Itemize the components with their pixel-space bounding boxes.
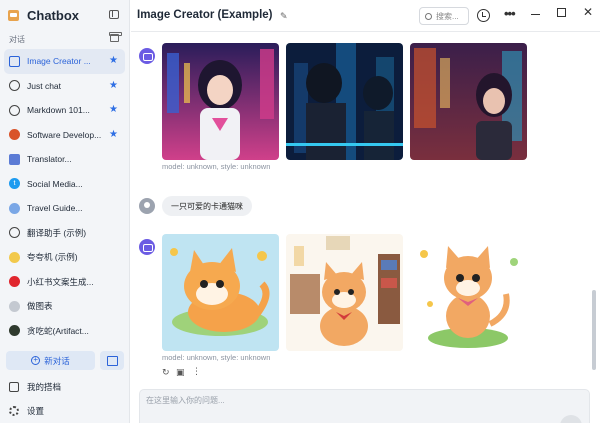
star-icon[interactable]: ★ bbox=[109, 80, 118, 91]
section-label: 对话 bbox=[9, 35, 25, 44]
session-item-translation-assistant[interactable]: 翻译助手 (示例) bbox=[4, 221, 125, 246]
assistant-avatar bbox=[139, 48, 155, 64]
session-label: Social Media... bbox=[27, 178, 83, 189]
session-list: Image Creator ... ★ Just chat ★ Markdown… bbox=[4, 49, 125, 343]
gear-icon bbox=[9, 406, 19, 416]
my-partners-label: 我的搭档 bbox=[27, 382, 62, 392]
globe-icon bbox=[9, 202, 20, 214]
chat-bubble-icon bbox=[9, 227, 20, 239]
generated-image[interactable] bbox=[286, 234, 403, 351]
minimize-button[interactable] bbox=[531, 14, 540, 16]
new-chat-label: 新对话 bbox=[44, 355, 70, 366]
chat-bubble-icon bbox=[9, 104, 20, 116]
translate-icon bbox=[9, 153, 20, 165]
sidebar: Chatbox 对话 Image Creator ... ★ Just chat… bbox=[0, 0, 130, 423]
history-icon[interactable] bbox=[477, 9, 490, 22]
archive-icon[interactable] bbox=[109, 32, 122, 42]
more-options-icon[interactable]: ••• bbox=[504, 6, 516, 21]
session-label: 贪吃蛇(Artifact... bbox=[27, 325, 89, 336]
my-partners-link[interactable]: 我的搭档 bbox=[9, 381, 61, 393]
chatbox-logo-icon bbox=[8, 9, 19, 21]
session-item-charts[interactable]: 做图表 bbox=[4, 294, 125, 319]
generated-image[interactable] bbox=[162, 43, 279, 160]
message-input[interactable] bbox=[146, 396, 526, 405]
search-label: 搜索... bbox=[436, 11, 459, 21]
chat-scrollbar[interactable] bbox=[592, 290, 596, 370]
session-label: Just chat bbox=[27, 80, 62, 91]
session-item-just-chat[interactable]: Just chat ★ bbox=[4, 74, 125, 99]
app-window: Chatbox 对话 Image Creator ... ★ Just chat… bbox=[0, 0, 600, 423]
assistant-avatar bbox=[139, 239, 155, 255]
session-item-software-developer[interactable]: Software Develop... ★ bbox=[4, 123, 125, 148]
message-list: model: unknown, style: unknown 一只可爱的卡通猫咪 bbox=[131, 33, 600, 388]
sidebar-collapse-icon[interactable] bbox=[109, 10, 119, 19]
brand: Chatbox bbox=[8, 6, 79, 24]
session-label: 夸夸机 (示例) bbox=[27, 252, 78, 263]
star-icon[interactable]: ★ bbox=[109, 129, 118, 140]
chat-header: Image Creator (Example) ✎ 搜索... ••• ✕ bbox=[131, 0, 600, 32]
session-item-snake[interactable]: 贪吃蛇(Artifact... bbox=[4, 319, 125, 344]
session-item-xiaohongshu[interactable]: 小红书文案生成... bbox=[4, 270, 125, 295]
star-icon[interactable]: ★ bbox=[109, 56, 118, 66]
session-item-markdown[interactable]: Markdown 101... ★ bbox=[4, 98, 125, 123]
session-label: Software Develop... bbox=[27, 129, 102, 140]
partners-icon bbox=[9, 382, 19, 392]
app-name: Chatbox bbox=[27, 7, 79, 23]
session-item-image-creator[interactable]: Image Creator ... ★ bbox=[4, 49, 125, 74]
message-input-area bbox=[139, 389, 590, 423]
user-message: 一只可爱的卡通猫咪 bbox=[162, 196, 252, 216]
session-label: Translator... bbox=[27, 154, 72, 165]
settings-label: 设置 bbox=[27, 406, 45, 416]
session-label: 做图表 bbox=[27, 301, 53, 312]
more-options-icon[interactable]: ⋮ bbox=[192, 366, 201, 377]
close-button[interactable]: ✕ bbox=[583, 5, 593, 19]
search-icon bbox=[425, 12, 432, 20]
user-avatar bbox=[139, 198, 155, 214]
sparkle-icon bbox=[9, 251, 20, 263]
generated-image[interactable] bbox=[286, 43, 403, 160]
settings-link[interactable]: 设置 bbox=[9, 405, 44, 417]
plus-icon: + bbox=[31, 356, 41, 365]
image-icon bbox=[9, 55, 20, 67]
session-label: Markdown 101... bbox=[27, 105, 90, 116]
session-label: 翻译助手 (示例) bbox=[27, 227, 87, 238]
pencil-icon[interactable]: ✎ bbox=[280, 11, 288, 22]
page-title: Image Creator (Example) bbox=[137, 9, 273, 21]
generated-image[interactable] bbox=[410, 234, 527, 351]
twitter-icon: t bbox=[9, 178, 20, 190]
xiaohongshu-icon bbox=[9, 276, 20, 288]
star-icon[interactable]: ★ bbox=[109, 105, 118, 115]
snake-icon bbox=[9, 325, 20, 337]
maximize-button[interactable] bbox=[557, 8, 566, 17]
chart-icon bbox=[9, 300, 20, 312]
generated-image[interactable] bbox=[162, 234, 279, 351]
session-item-praise-bot[interactable]: 夸夸机 (示例) bbox=[4, 245, 125, 270]
session-item-social-media[interactable]: t Social Media... bbox=[4, 172, 125, 197]
refresh-icon[interactable]: ↻ bbox=[162, 367, 170, 378]
chat-bubble-icon bbox=[9, 80, 20, 92]
avatar-icon bbox=[9, 129, 20, 141]
send-button[interactable] bbox=[560, 415, 582, 423]
session-label: Image Creator ... bbox=[27, 56, 91, 67]
image-icon[interactable]: ▣ bbox=[176, 367, 185, 378]
session-item-travel-guide[interactable]: Travel Guide... bbox=[4, 196, 125, 221]
generated-image[interactable] bbox=[410, 43, 527, 160]
session-item-translator[interactable]: Translator... bbox=[4, 147, 125, 172]
search-button[interactable]: 搜索... bbox=[419, 7, 469, 25]
new-image-chat-button[interactable] bbox=[100, 351, 124, 370]
image-meta: model: unknown, style: unknown bbox=[162, 162, 271, 171]
session-label: 小红书文案生成... bbox=[27, 276, 94, 287]
image-meta: model: unknown, style: unknown bbox=[162, 353, 271, 362]
new-chat-button[interactable]: + 新对话 bbox=[6, 351, 95, 370]
session-label: Travel Guide... bbox=[27, 203, 83, 214]
